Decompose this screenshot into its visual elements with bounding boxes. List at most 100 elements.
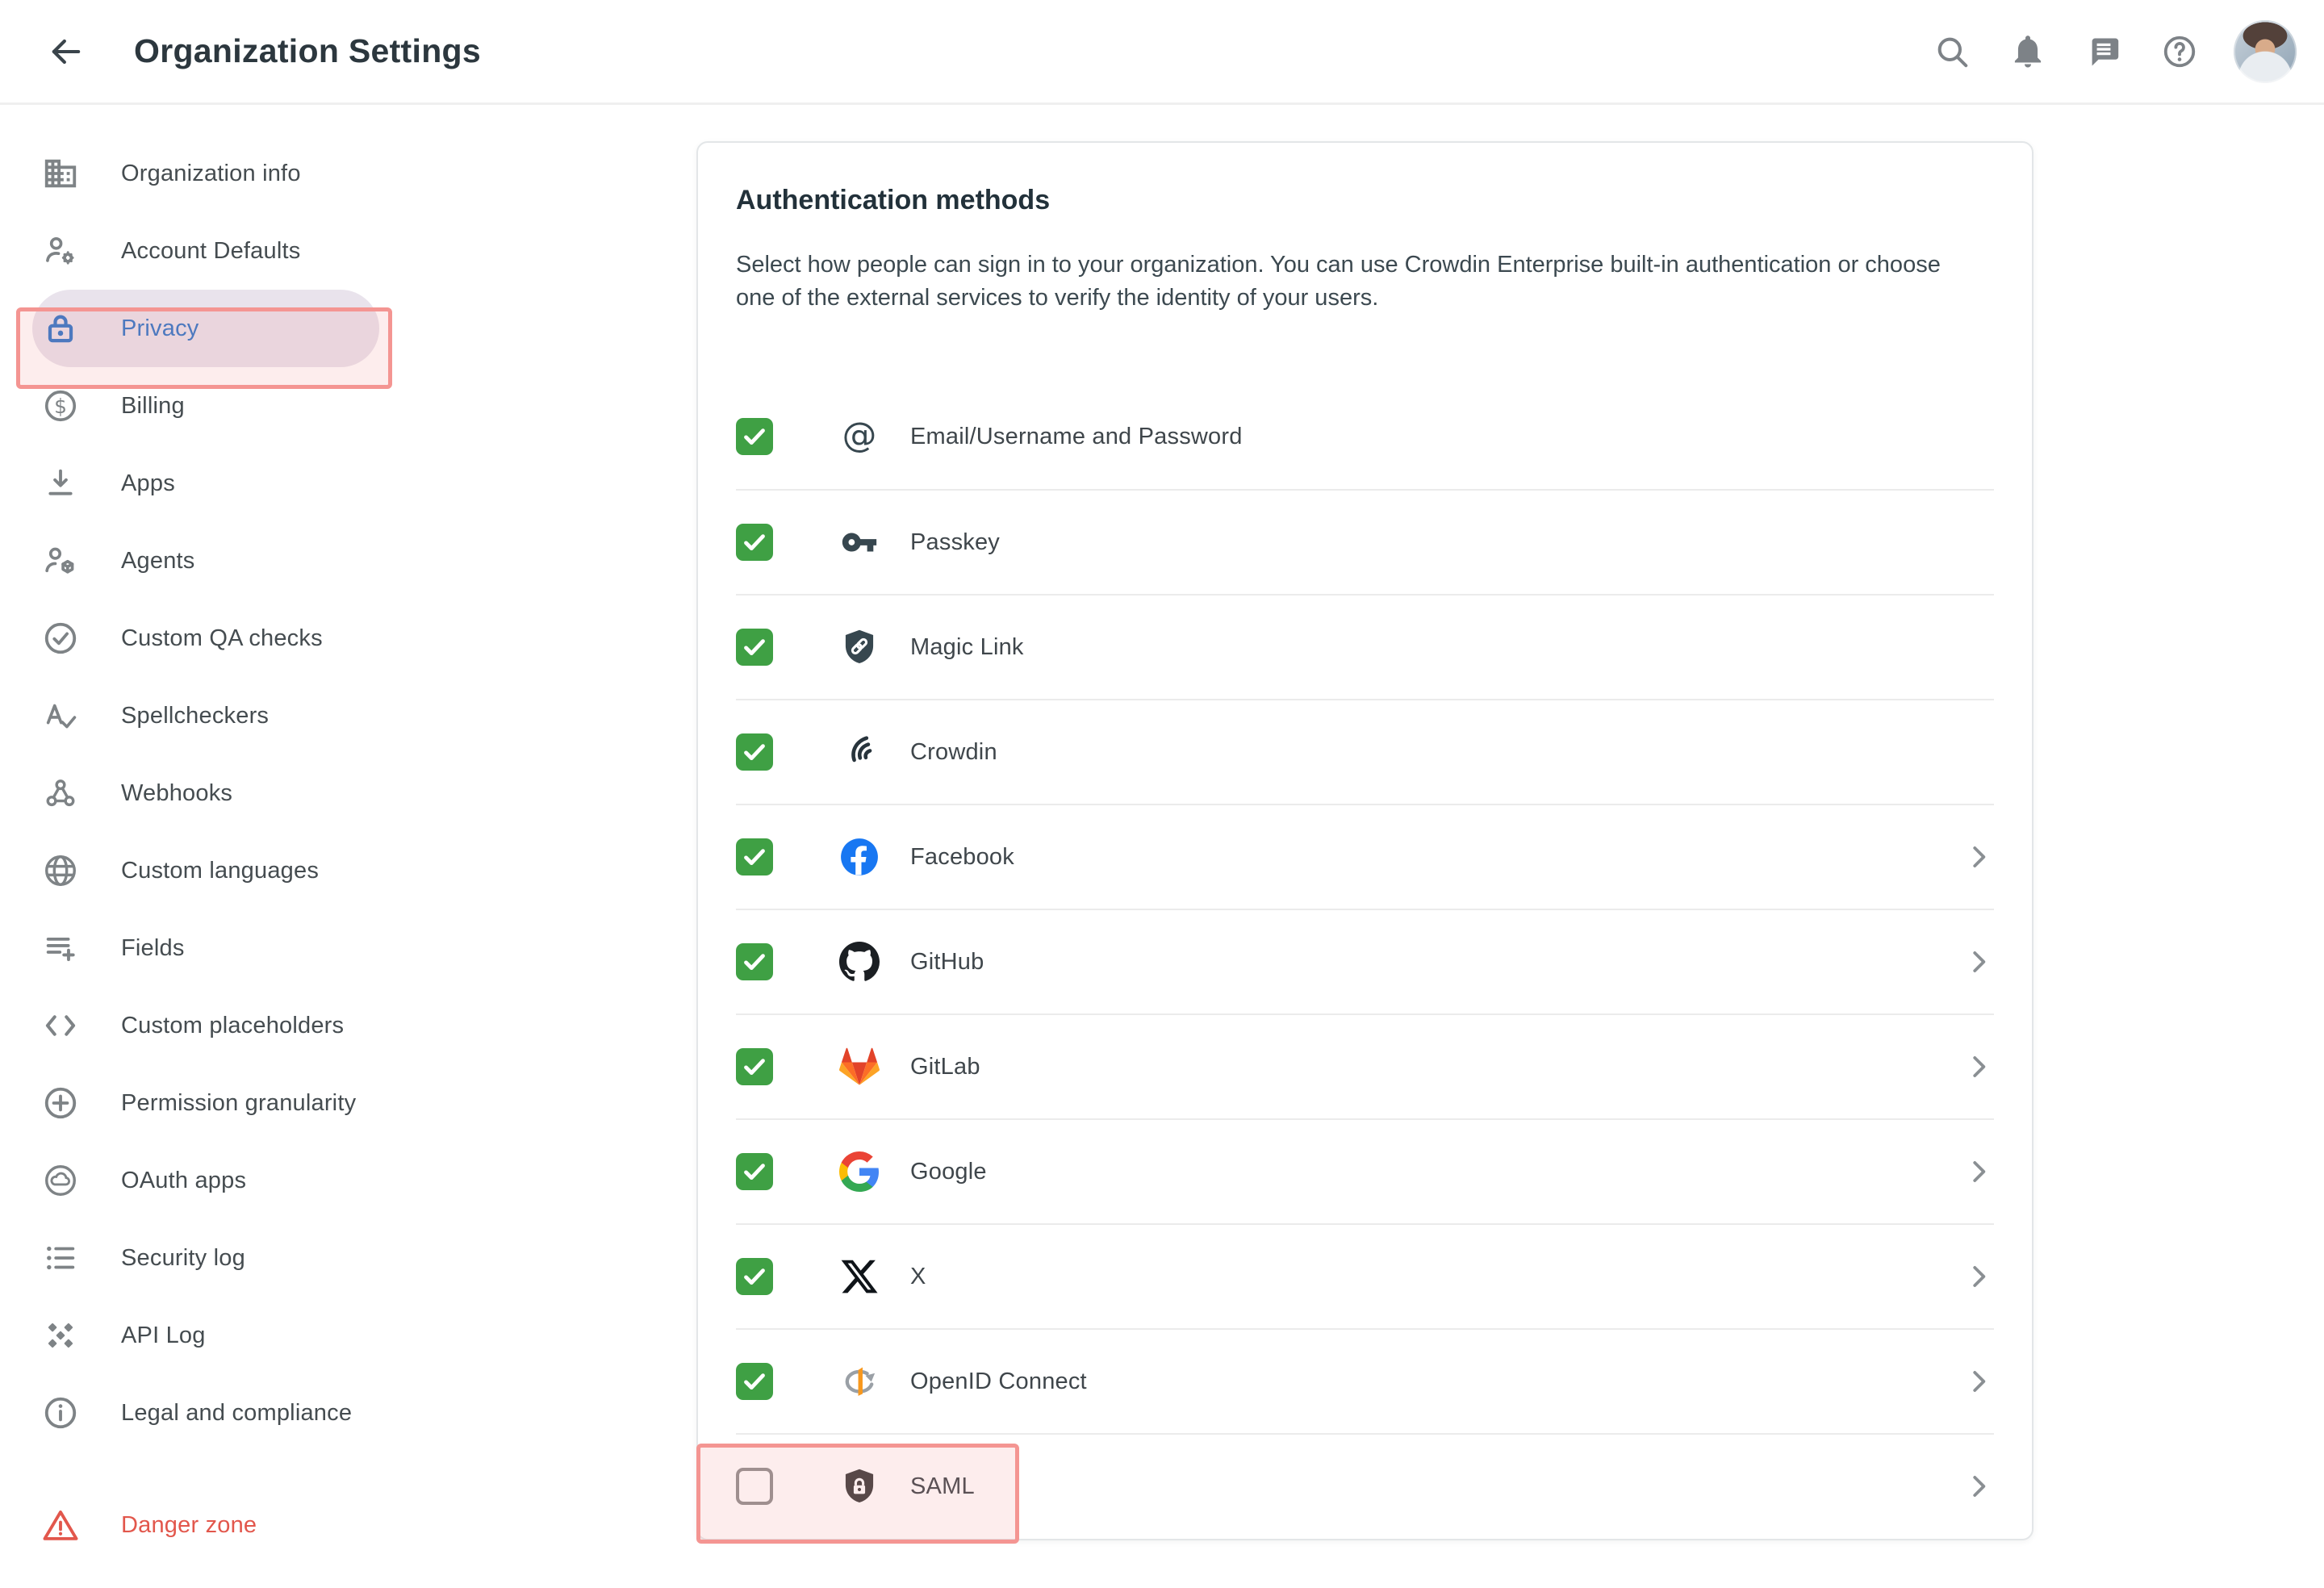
auth-method-label: X [910,1264,926,1290]
auth-method-checkbox[interactable] [736,629,773,666]
cloud-circle-icon [42,1162,79,1199]
lock-icon [42,310,79,347]
back-arrow-icon[interactable] [45,31,87,73]
facebook-icon [839,837,880,877]
chevron-right-icon[interactable] [1963,1156,1994,1187]
sidebar-item-label: Spellcheckers [121,703,269,729]
sidebar-item-label: OAuth apps [121,1168,246,1194]
auth-method-label: SAML [910,1473,975,1500]
auth-method-label: GitHub [910,949,984,976]
sidebar-item-custom-languages[interactable]: Custom languages [32,832,379,909]
svg-text:@: @ [842,416,877,456]
gitlab-icon [839,1047,880,1087]
auth-method-row-email-password: @ Email/Username and Password [736,384,1994,489]
sidebar-item-custom-qa-checks[interactable]: Custom QA checks [32,600,379,677]
page-title: Organization Settings [134,32,481,70]
person-gear-icon [42,232,79,270]
sidebar-item-label: Permission granularity [121,1090,356,1117]
openid-icon [839,1361,880,1402]
chevron-right-icon[interactable] [1963,1261,1994,1292]
sidebar-item-permission-granularity[interactable]: Permission granularity [32,1064,379,1142]
chevron-right-icon[interactable] [1963,1471,1994,1502]
auth-method-checkbox[interactable] [736,524,773,561]
x-icon [839,1256,880,1297]
sidebar-item-label: Privacy [121,316,199,342]
auth-method-checkbox[interactable] [736,733,773,771]
sidebar-item-danger-zone[interactable]: Danger zone [32,1486,379,1564]
user-avatar[interactable] [2234,20,2297,83]
chevron-right-icon[interactable] [1963,1051,1994,1082]
building-icon [42,155,79,192]
auth-method-checkbox[interactable] [736,418,773,455]
auth-method-label: Google [910,1159,987,1185]
webhook-icon [42,775,79,812]
sidebar-item-label: Organization info [121,161,301,187]
sidebar-item-legal-and-compliance[interactable]: Legal and compliance [32,1374,379,1452]
sidebar-item-fields[interactable]: Fields [32,909,379,987]
auth-method-checkbox[interactable] [736,1258,773,1295]
check-circle-icon [42,620,79,657]
auth-method-checkbox[interactable] [736,1153,773,1190]
auth-method-row-magic-link: Magic Link [736,594,1994,699]
diamonds-icon [42,1317,79,1354]
auth-method-row-facebook: Facebook [736,804,1994,909]
sidebar-item-apps[interactable]: Apps [32,445,379,522]
sidebar-item-organization-info[interactable]: Organization info [32,135,379,212]
saml-shield-icon [839,1466,880,1507]
auth-method-checkbox[interactable] [736,943,773,980]
help-icon[interactable] [2161,33,2198,70]
auth-methods-list: @ Email/Username and Password Passkey Ma… [736,384,1994,1538]
auth-method-row-passkey: Passkey [736,489,1994,594]
auth-method-checkbox[interactable] [736,1468,773,1505]
crowdin-icon [839,732,880,772]
sidebar-item-label: Webhooks [121,780,232,807]
sidebar-item-api-log[interactable]: API Log [32,1297,379,1374]
sidebar-item-privacy[interactable]: Privacy [32,290,379,367]
auth-method-label: OpenID Connect [910,1369,1087,1395]
auth-method-row-google: Google [736,1118,1994,1223]
sidebar-item-label: Apps [121,470,175,497]
sidebar-item-account-defaults[interactable]: Account Defaults [32,212,379,290]
sidebar-item-billing[interactable]: $ Billing [32,367,379,445]
sidebar-item-label: Agents [121,548,195,575]
bell-icon[interactable] [2009,33,2046,70]
auth-method-label: Crowdin [910,739,997,766]
sidebar-item-agents[interactable]: Agents [32,522,379,600]
auth-method-checkbox[interactable] [736,838,773,875]
sidebar-item-spellcheckers[interactable]: Spellcheckers [32,677,379,754]
chat-icon[interactable] [2085,33,2122,70]
sidebar-item-label: API Log [121,1323,206,1349]
sidebar-item-custom-placeholders[interactable]: Custom placeholders [32,987,379,1064]
chevron-right-icon[interactable] [1963,947,1994,977]
warning-triangle-icon [42,1507,79,1544]
auth-method-label: Passkey [910,529,1000,556]
sidebar-item-webhooks[interactable]: Webhooks [32,754,379,832]
chevron-right-icon[interactable] [1963,842,1994,872]
sidebar-item-label: Custom languages [121,858,319,884]
info-circle-icon [42,1394,79,1431]
sidebar-item-label: Custom QA checks [121,625,323,652]
sidebar-nav: Organization info Account Defaults Priva… [0,135,696,1564]
sidebar-item-security-log[interactable]: Security log [32,1219,379,1297]
header-actions [1895,33,2198,70]
auth-method-label: Magic Link [910,634,1024,661]
key-icon [839,522,880,562]
sidebar-item-label: Billing [121,393,185,420]
at-icon: @ [839,416,880,457]
list-bullets-icon [42,1239,79,1277]
auth-method-checkbox[interactable] [736,1048,773,1085]
main-layout: Organization info Account Defaults Priva… [0,105,2324,1564]
plus-circle-icon [42,1084,79,1122]
globe-icon [42,852,79,889]
auth-method-label: Facebook [910,844,1014,871]
auth-method-checkbox[interactable] [736,1363,773,1400]
auth-method-row-github: GitHub [736,909,1994,1013]
search-icon[interactable] [1933,33,1971,70]
dollar-circle-icon: $ [42,387,79,424]
chevron-right-icon[interactable] [1963,1366,1994,1397]
google-icon [839,1151,880,1192]
svg-text:$: $ [54,395,67,418]
settings-sidebar: Organization info Account Defaults Priva… [0,105,696,1564]
code-brackets-icon [42,1007,79,1044]
sidebar-item-oauth-apps[interactable]: OAuth apps [32,1142,379,1219]
